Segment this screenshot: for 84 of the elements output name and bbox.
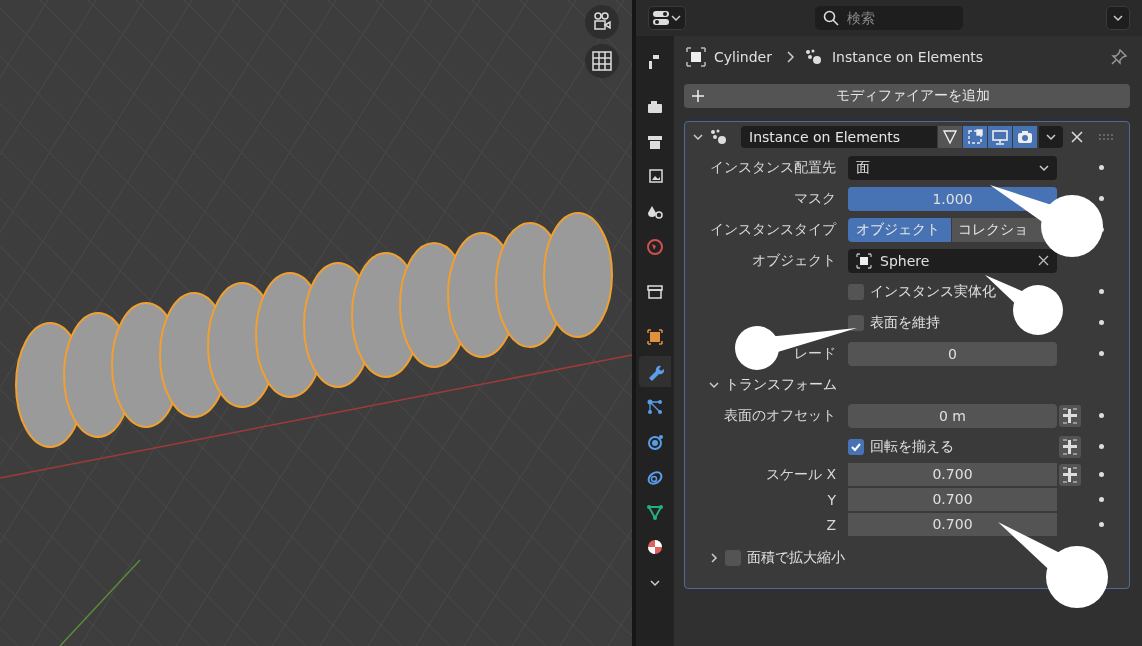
nodes-icon xyxy=(646,397,664,416)
dropdown[interactable]: 面 xyxy=(848,155,1057,180)
breadcrumb-item[interactable]: Cylinder xyxy=(714,49,772,65)
caret-icon[interactable] xyxy=(671,13,681,23)
dropdown-button[interactable] xyxy=(1039,126,1063,148)
number-field[interactable]: 0.700 xyxy=(848,487,1057,512)
cage-icon xyxy=(967,129,983,145)
field-label: レード xyxy=(794,344,836,361)
checkbox[interactable] xyxy=(725,549,741,566)
subpanel-title[interactable]: 面積で拡大縮小 xyxy=(747,548,845,567)
chevron-icon[interactable] xyxy=(650,578,660,588)
toggle-icon xyxy=(653,11,669,25)
add-modifier-button[interactable]: モディファイアーを追加 xyxy=(684,84,1130,108)
keyframe-dot[interactable] xyxy=(1098,444,1104,449)
keyframe-dot[interactable] xyxy=(1098,522,1104,527)
checkbox-label: 表面を維持 xyxy=(870,313,940,332)
cube-icon xyxy=(856,252,872,269)
plus-icon xyxy=(692,90,704,102)
cube-icon xyxy=(646,327,664,346)
caret-icon[interactable] xyxy=(1039,162,1049,173)
field-label: インスタンスタイプ xyxy=(710,220,836,237)
checkbox-label: インスタンス実体化 xyxy=(870,282,996,301)
monitor-icon xyxy=(992,129,1008,145)
chevron-icon[interactable] xyxy=(709,379,719,390)
orbit-icon xyxy=(646,432,664,451)
triangle-icon xyxy=(942,129,958,145)
number-field[interactable]: 0 m xyxy=(848,403,1057,428)
options-dropdown[interactable] xyxy=(1106,6,1130,30)
keyframe-dot[interactable] xyxy=(1098,472,1104,477)
object-field[interactable]: Sphere xyxy=(848,248,1057,273)
chevron-icon[interactable] xyxy=(693,131,703,142)
modifier-name-field[interactable]: Instance on Elements xyxy=(741,126,937,148)
link-toggle-button[interactable] xyxy=(1059,435,1081,458)
pin-icon[interactable] xyxy=(1110,48,1128,66)
field-label: オブジェクト xyxy=(752,251,836,268)
checkbox[interactable] xyxy=(848,283,864,300)
close-icon[interactable] xyxy=(1038,255,1049,266)
close-icon[interactable] xyxy=(1071,131,1083,143)
camera-icon xyxy=(591,11,613,33)
chevron-icon xyxy=(785,51,796,63)
archive-icon xyxy=(646,282,664,301)
link-toggle-button[interactable] xyxy=(1059,404,1081,427)
caret-icon[interactable] xyxy=(1046,132,1056,142)
field-label: マスク xyxy=(794,189,836,206)
camera-icon xyxy=(1017,129,1033,145)
checkbox[interactable] xyxy=(848,314,864,331)
checkbox-label: 回転を揃える xyxy=(870,437,954,456)
search-icon xyxy=(823,10,839,26)
triangle-mesh-icon xyxy=(646,502,664,521)
field-label: スケール X xyxy=(765,465,836,482)
drag-handle-icon[interactable] xyxy=(1099,133,1113,141)
link-toggle-button[interactable] xyxy=(1059,463,1081,486)
number-field[interactable]: 0.700 xyxy=(848,512,1057,537)
modifier-toggle[interactable] xyxy=(938,126,962,148)
chevron-icon[interactable] xyxy=(709,552,719,563)
image-icon xyxy=(646,167,664,186)
segment-option[interactable]: オブジェクト xyxy=(848,217,951,242)
field-label: Z xyxy=(826,516,836,533)
keyframe-dot[interactable] xyxy=(1098,497,1104,502)
cube-icon xyxy=(686,47,706,67)
caret-icon[interactable] xyxy=(1113,13,1123,23)
field-label: Y xyxy=(827,491,836,508)
keyframe-dot[interactable] xyxy=(1098,289,1104,294)
search-field[interactable]: 検索 xyxy=(815,6,963,30)
keyframe-dot[interactable] xyxy=(1098,320,1104,325)
keyframe-dot[interactable] xyxy=(1098,351,1104,356)
modifier-toggle[interactable] xyxy=(963,126,987,148)
editor-type-button[interactable] xyxy=(648,6,686,30)
section-title[interactable]: トランスフォーム xyxy=(725,375,837,394)
modifier-toggle[interactable] xyxy=(1013,126,1037,148)
keyframe-dot[interactable] xyxy=(1098,165,1104,170)
modifier-toggle[interactable] xyxy=(988,126,1012,148)
number-field[interactable]: 0.700 xyxy=(848,462,1057,487)
field-label: 表面のオフセット xyxy=(724,406,836,423)
field-label: インスタンス配置先 xyxy=(710,158,836,175)
keyframe-dot[interactable] xyxy=(1098,413,1104,418)
number-field[interactable]: 0 xyxy=(848,341,1057,366)
keyframe-dot[interactable] xyxy=(1098,196,1104,201)
breadcrumb-item[interactable]: Instance on Elements xyxy=(831,49,984,65)
segment-option[interactable]: コレクショ xyxy=(952,217,1028,242)
checkbox[interactable] xyxy=(848,438,864,455)
dots-icon xyxy=(803,48,824,66)
dots-icon xyxy=(709,128,729,146)
sphere-icon xyxy=(646,537,664,556)
